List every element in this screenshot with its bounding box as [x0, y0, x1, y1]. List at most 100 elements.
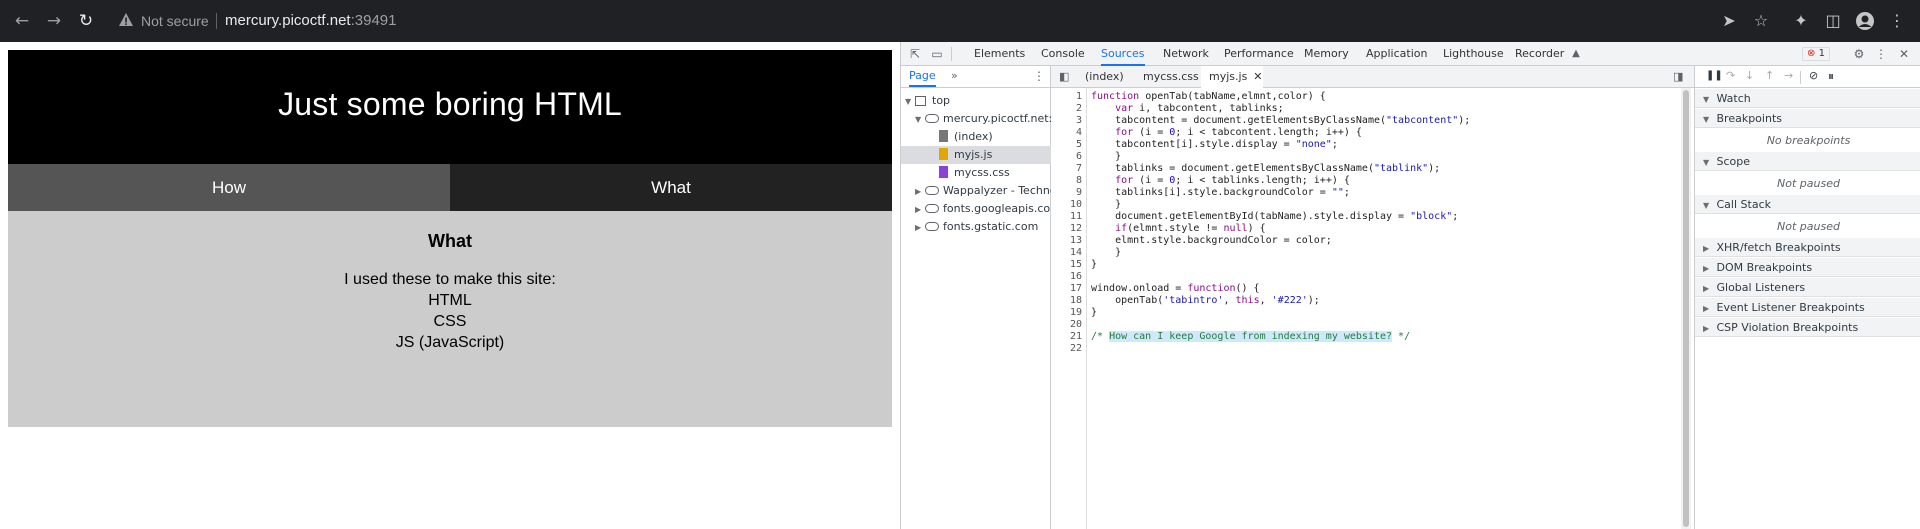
line-number[interactable]: 17 [1052, 283, 1082, 294]
tree-item-origin[interactable]: ▼ mercury.picoctf.net:39 [901, 110, 1051, 128]
line-number[interactable]: 15 [1052, 259, 1082, 270]
line-number[interactable]: 4 [1052, 127, 1082, 138]
scrollbar-thumb[interactable] [1683, 90, 1689, 527]
tab-network[interactable]: Network [1163, 42, 1209, 66]
line-number[interactable]: 14 [1052, 247, 1082, 258]
code-line[interactable]: tablinks[i].style.backgroundColor = ""; [1091, 187, 1350, 198]
tab-how[interactable]: How [8, 164, 450, 211]
code-line[interactable]: } [1091, 307, 1097, 318]
code-line[interactable]: openTab('tabintro', this, '#222'); [1091, 295, 1320, 306]
tab-performance[interactable]: Performance [1224, 42, 1294, 66]
code-line[interactable]: } [1091, 151, 1121, 162]
line-number[interactable]: 1 [1052, 91, 1082, 102]
address-bar[interactable]: Not secure mercury.picoctf.net:39491 [108, 6, 1778, 36]
section-dom-breakpoints[interactable]: ▶ DOM Breakpoints [1695, 258, 1920, 277]
tree-item-googleapis[interactable]: ▶ fonts.googleapis.com [901, 200, 1051, 218]
line-number[interactable]: 9 [1052, 187, 1082, 198]
section-watch[interactable]: ▼ Watch [1695, 89, 1920, 108]
code-line[interactable]: if(elmnt.style != null) { [1091, 223, 1266, 234]
step-into-icon[interactable]: ↓ [1745, 69, 1754, 82]
section-call-stack[interactable]: ▼ Call Stack [1695, 195, 1920, 214]
tab-memory[interactable]: Memory [1304, 42, 1349, 66]
line-number[interactable]: 11 [1052, 211, 1082, 222]
tree-item-gstatic[interactable]: ▶ fonts.gstatic.com [901, 218, 1051, 236]
tree-item-mycss[interactable]: mycss.css [901, 164, 1051, 182]
editor-tab-mycss[interactable]: mycss.css [1135, 66, 1207, 88]
line-number[interactable]: 13 [1052, 235, 1082, 246]
editor-scrollbar[interactable] [1681, 88, 1691, 529]
send-tab-icon[interactable]: ➤ [1716, 8, 1742, 34]
line-number[interactable]: 16 [1052, 271, 1082, 282]
section-event-listener-breakpoints[interactable]: ▶ Event Listener Breakpoints [1695, 298, 1920, 317]
step-out-icon[interactable]: ↑ [1765, 69, 1774, 82]
tree-item-top[interactable]: ▼ top [901, 92, 1051, 110]
profile-avatar-icon[interactable] [1852, 8, 1878, 34]
line-number[interactable]: 18 [1052, 295, 1082, 306]
more-tabs-icon[interactable]: » [951, 69, 958, 82]
extensions-puzzle-icon[interactable]: ✦ [1788, 8, 1814, 34]
line-number[interactable]: 22 [1052, 343, 1082, 354]
security-label[interactable]: Not secure [141, 13, 209, 29]
close-devtools-icon[interactable]: ✕ [1896, 46, 1912, 62]
pause-icon[interactable]: ❚❚ [1706, 70, 1723, 81]
section-xhr-fetch-breakpoints[interactable]: ▶ XHR/fetch Breakpoints [1695, 238, 1920, 257]
section-scope[interactable]: ▼ Scope [1695, 152, 1920, 171]
code-line[interactable]: function openTab(tabName,elmnt,color) { [1091, 91, 1326, 102]
settings-gear-icon[interactable]: ⚙ [1851, 46, 1867, 62]
menu-kebab-icon[interactable]: ⋮ [1884, 8, 1910, 34]
warning-icon[interactable] [118, 12, 134, 28]
tab-console[interactable]: Console [1041, 42, 1085, 66]
tab-what[interactable]: What [450, 164, 892, 211]
close-tab-icon[interactable]: ✕ [1253, 70, 1262, 83]
line-number[interactable]: 19 [1052, 307, 1082, 318]
tab-sources[interactable]: Sources [1101, 42, 1145, 66]
code-line[interactable]: tabcontent = document.getElementsByClass… [1091, 115, 1470, 126]
code-line[interactable]: } [1091, 247, 1121, 258]
code-line[interactable]: tablinks = document.getElementsByClassNa… [1091, 163, 1440, 174]
code-line[interactable]: /* How can I keep Google from indexing m… [1091, 331, 1410, 342]
tab-application[interactable]: Application [1366, 42, 1427, 66]
tab-elements[interactable]: Elements [974, 42, 1025, 66]
devtools-menu-icon[interactable]: ⋮ [1873, 46, 1889, 62]
inspect-element-icon[interactable]: ⇱ [907, 46, 923, 62]
code-line[interactable]: elmnt.style.backgroundColor = color; [1091, 235, 1332, 246]
line-number[interactable]: 12 [1052, 223, 1082, 234]
side-panel-icon[interactable]: ◫ [1820, 8, 1846, 34]
tab-lighthouse[interactable]: Lighthouse [1443, 42, 1504, 66]
bookmark-star-icon[interactable]: ☆ [1748, 8, 1774, 34]
line-number[interactable]: 8 [1052, 175, 1082, 186]
line-number[interactable]: 7 [1052, 163, 1082, 174]
forward-arrow-icon[interactable]: → [41, 8, 67, 34]
code-line[interactable]: window.onload = function() { [1091, 283, 1260, 294]
deactivate-breakpoints-icon[interactable]: ⊘ [1809, 69, 1818, 82]
line-number[interactable]: 20 [1052, 319, 1082, 330]
line-number[interactable]: 3 [1052, 115, 1082, 126]
pause-on-exceptions-icon[interactable]: ⏸ [1828, 69, 1834, 84]
code-line[interactable]: tabcontent[i].style.display = "none"; [1091, 139, 1338, 150]
code-line[interactable]: } [1091, 259, 1097, 270]
line-number[interactable]: 10 [1052, 199, 1082, 210]
error-count-badge[interactable]: ⊗ 1 [1802, 47, 1830, 61]
section-csp-violation-breakpoints[interactable]: ▶ CSP Violation Breakpoints [1695, 318, 1920, 337]
tab-recorder[interactable]: Recorder [1515, 42, 1564, 66]
step-over-icon[interactable]: ↷ [1726, 69, 1735, 82]
section-global-listeners[interactable]: ▶ Global Listeners [1695, 278, 1920, 297]
line-number[interactable]: 5 [1052, 139, 1082, 150]
tree-item-wappalyzer[interactable]: ▶ Wappalyzer - Technol [901, 182, 1051, 200]
line-number[interactable]: 6 [1052, 151, 1082, 162]
tree-item-index[interactable]: (index) [901, 128, 1051, 146]
step-icon[interactable]: → [1784, 69, 1793, 82]
code-line[interactable]: } [1091, 199, 1121, 210]
back-arrow-icon[interactable]: ← [9, 8, 35, 34]
code-line[interactable]: for (i = 0; i < tabcontent.length; i++) … [1091, 127, 1362, 138]
tree-item-myjs[interactable]: myjs.js [901, 146, 1051, 164]
line-number[interactable]: 21 [1052, 331, 1082, 342]
navigator-menu-icon[interactable]: ⋮ [1033, 69, 1045, 83]
code-line[interactable]: var i, tabcontent, tablinks; [1091, 103, 1284, 114]
navigator-tab-page[interactable]: Page [909, 66, 936, 87]
editor-tab-index[interactable]: (index) [1077, 66, 1132, 88]
section-breakpoints[interactable]: ▼ Breakpoints [1695, 109, 1920, 128]
toggle-navigator-icon[interactable]: ◧ [1059, 70, 1069, 83]
code-line[interactable]: document.getElementById(tabName).style.d… [1091, 211, 1458, 222]
reload-icon[interactable]: ↻ [73, 8, 99, 34]
